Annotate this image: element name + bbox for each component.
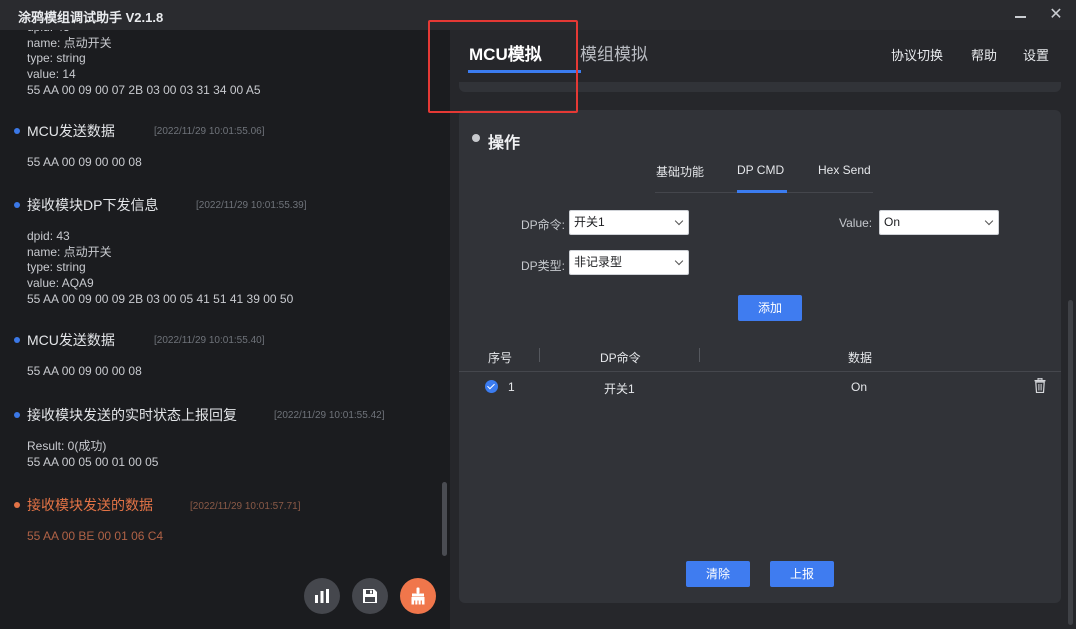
log-entry-header: MCU发送数据 [14, 122, 115, 140]
help-link[interactable]: 帮助 [971, 45, 997, 64]
dp-cmd-label: DP命令: [521, 218, 566, 232]
clear-log-button[interactable] [400, 578, 436, 614]
annotation-highlight-box [428, 20, 578, 113]
entry-timestamp: [2022/11/29 10:01:55.40] [154, 335, 265, 346]
entry-title: 接收模块DP下发信息 [27, 197, 159, 213]
clear-brush-icon [411, 587, 425, 605]
entry-body: Result: 0(成功) 55 AA 00 05 00 01 00 05 [27, 439, 159, 469]
dp-type-label: DP类型: [521, 259, 566, 273]
bar-chart-icon [315, 589, 329, 603]
entry-title: 接收模块发送的数据 [27, 497, 153, 513]
entry-dot [14, 502, 20, 508]
add-button[interactable]: 添加 [738, 295, 802, 321]
row-checkbox[interactable] [485, 380, 498, 393]
value-select[interactable]: On [879, 210, 999, 235]
tab-module-simulation[interactable]: 模组模拟 [580, 40, 648, 65]
entry-body: dpid: 43 name: 点动开关 type: string value: … [27, 229, 294, 306]
settings-link[interactable]: 设置 [1023, 45, 1049, 64]
column-separator [539, 348, 540, 362]
row-data: On [851, 380, 868, 394]
minimize-button[interactable] [1010, 4, 1032, 26]
app-title: 涂鸦模组调试助手 V2.1.8 [18, 10, 164, 25]
subtab-dp-cmd[interactable]: DP CMD [737, 163, 784, 177]
entry-dot [14, 337, 20, 343]
section-dot-icon [472, 134, 480, 142]
chevron-down-icon [674, 216, 684, 226]
dp-type-value: 非记录型 [574, 255, 623, 269]
protocol-switch-link[interactable]: 协议切换 [891, 45, 943, 64]
row-index: 1 [508, 380, 515, 394]
chevron-down-icon [984, 216, 994, 226]
log-entry-header: MCU发送数据 [14, 331, 115, 349]
save-log-button[interactable] [352, 578, 388, 614]
table-header-divider [459, 371, 1061, 372]
entry-dot [14, 202, 20, 208]
entry-body: 55 AA 00 09 00 00 08 [27, 364, 142, 378]
dp-type-select[interactable]: 非记录型 [569, 250, 689, 275]
save-icon [363, 589, 377, 603]
dp-cmd-value: 开关1 [574, 215, 605, 229]
section-title: 操作 [488, 135, 521, 152]
subtab-basic-functions[interactable]: 基础功能 [656, 163, 704, 180]
column-header-index: 序号 [488, 351, 513, 365]
right-scrollbar[interactable] [1068, 300, 1073, 625]
clear-button[interactable]: 清除 [686, 561, 750, 587]
log-panel[interactable]: dpid: 43 name: 点动开关 type: string value: … [0, 30, 450, 629]
row-dp-cmd: 开关1 [604, 382, 635, 396]
active-subtab-indicator [737, 190, 787, 193]
value-label: Value: [839, 216, 873, 230]
entry-timestamp: [2022/11/29 10:01:57.71] [190, 501, 301, 512]
entry-timestamp: [2022/11/29 10:01:55.42] [274, 410, 385, 421]
entry-title: 接收模块发送的实时状态上报回复 [27, 407, 237, 423]
entry-timestamp: [2022/11/29 10:01:55.39] [196, 200, 307, 211]
operation-card: 操作 基础功能 DP CMD Hex Send DP命令: 开关1 Value:… [459, 110, 1061, 603]
right-panel: MCU模拟 模组模拟 协议切换 帮助 设置 操作 基础功能 DP CMD Hex… [450, 30, 1076, 629]
entry-body: 55 AA 00 BE 00 01 06 C4 [27, 529, 164, 543]
log-partial-entry: dpid: 43 name: 点动开关 type: string value: … [27, 30, 261, 97]
trash-icon[interactable] [1034, 378, 1046, 393]
subtab-hex-send[interactable]: Hex Send [818, 163, 871, 177]
column-header-data: 数据 [848, 351, 873, 365]
column-separator [699, 348, 700, 362]
entry-body: 55 AA 00 09 00 00 08 [27, 155, 142, 169]
chevron-down-icon [674, 256, 684, 266]
entry-title: MCU发送数据 [27, 332, 115, 348]
dp-cmd-select[interactable]: 开关1 [569, 210, 689, 235]
entry-title: MCU发送数据 [27, 123, 115, 139]
entry-dot [14, 128, 20, 134]
entry-dot [14, 412, 20, 418]
value-selected: On [884, 215, 901, 229]
log-entry-header: 接收模块发送的实时状态上报回复 [14, 406, 237, 424]
log-entry-header: 接收模块DP下发信息 [14, 196, 158, 214]
statistics-button[interactable] [304, 578, 340, 614]
entry-timestamp: [2022/11/29 10:01:55.06] [154, 126, 265, 137]
close-button[interactable]: ✕ [1045, 4, 1067, 26]
log-entry-header-highlighted: 接收模块发送的数据 [14, 496, 153, 514]
column-header-dp-cmd: DP命令 [600, 351, 641, 365]
report-button[interactable]: 上报 [770, 561, 834, 587]
log-scrollbar[interactable] [442, 482, 447, 556]
